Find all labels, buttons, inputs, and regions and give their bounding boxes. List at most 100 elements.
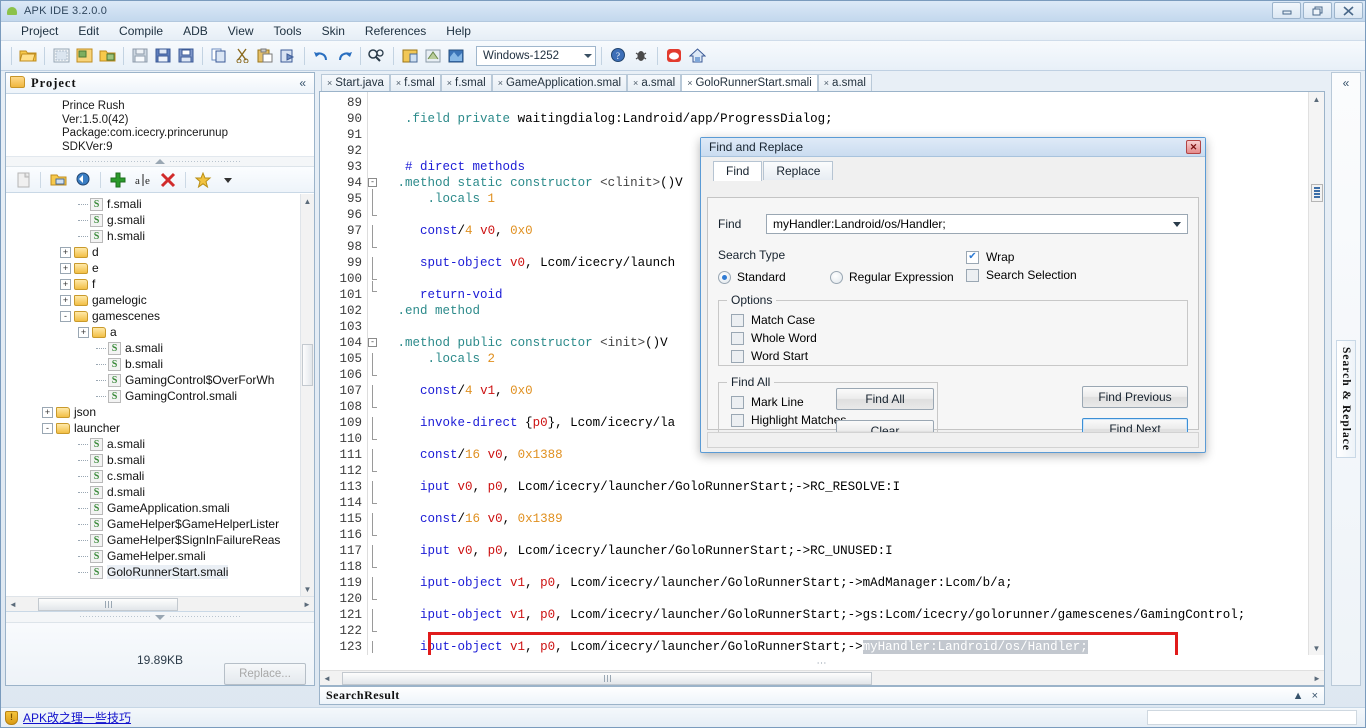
find-all-button[interactable]: Find All [836,388,934,410]
project-tree[interactable]: Sf.smali Sg.smali Sh.smali + d + e + f + gamelogic… [6,194,300,596]
collapse-up-icon[interactable] [155,159,165,164]
tab-close-icon[interactable]: × [633,78,638,88]
tree-hscroll-track[interactable] [20,597,300,611]
menu-help[interactable]: Help [436,23,481,39]
editor-scroll-left-icon[interactable]: ◄ [320,674,334,683]
status-link[interactable]: APK改之理一些技巧 [23,709,131,726]
tree-collapse-icon[interactable]: - [42,422,53,434]
editor-scroll-down-icon[interactable]: ▼ [1309,641,1324,655]
dropdown-icon[interactable] [217,169,239,191]
tab-close-icon[interactable]: × [396,78,401,88]
import-icon[interactable] [73,45,95,67]
scroll-down-arrow-icon[interactable]: ▼ [301,582,314,596]
menu-compile[interactable]: Compile [109,23,173,39]
checkbox-search-selection[interactable]: Search Selection [966,268,1188,282]
tab-close-icon[interactable]: × [327,78,332,88]
tab-close-icon[interactable]: × [498,78,503,88]
add-icon[interactable] [107,169,129,191]
tree-folder-node[interactable]: - gamescenes [6,308,300,324]
checkbox-whole-word[interactable]: Whole Word [731,331,1177,345]
tree-folder-node[interactable]: + d [6,244,300,260]
search-result-collapse-icon[interactable]: ▲ [1293,690,1304,702]
editor-hscroll-thumb[interactable] [342,671,872,685]
open-file-icon[interactable] [47,169,69,191]
tree-file-node[interactable]: S GamingControl.smali [6,388,300,404]
radio-regular-expression[interactable]: Regular Expression [830,270,954,284]
tree-file-node[interactable]: S GoloRunnerStart.smali [6,564,300,580]
editor-tab[interactable]: × f.smal [389,74,441,91]
editor-splitter-grip[interactable]: ⋯ [817,658,828,669]
tab-close-icon[interactable]: × [687,78,692,88]
menu-edit[interactable]: Edit [68,23,109,39]
panel-splitter[interactable] [6,156,314,167]
minimize-button[interactable] [1272,2,1301,19]
encoding-selector[interactable]: Windows-1252 [476,45,596,66]
editor-tab[interactable]: × Start.java [321,74,390,91]
tree-file-node[interactable]: Sf.smali [6,196,300,212]
editor-tab[interactable]: × a.smal [627,74,682,91]
tree-file-node[interactable]: S GameHelper.smali [6,548,300,564]
tree-folder-node[interactable]: + gamelogic [6,292,300,308]
install-icon[interactable] [445,45,467,67]
scroll-up-arrow-icon[interactable]: ▲ [301,194,314,208]
menu-tools[interactable]: Tools [264,23,312,39]
fold-collapse-icon[interactable]: - [368,338,377,347]
editor-hscroll-track[interactable] [334,671,1310,685]
tab-close-icon[interactable]: × [447,78,452,88]
tree-file-node[interactable]: S GameHelper$GameHelperLister [6,516,300,532]
tree-folder-node[interactable]: - launcher [6,420,300,436]
redo-icon[interactable] [333,45,355,67]
editor-vertical-scrollbar[interactable]: ▲ ▼ [1308,92,1324,655]
tab-find[interactable]: Find [713,161,763,181]
cut-icon[interactable] [231,45,253,67]
menu-view[interactable]: View [218,23,264,39]
replace-button[interactable]: Replace... [224,663,306,685]
right-dock-collapse-button[interactable]: « [1343,76,1350,90]
save-all-icon[interactable] [152,45,174,67]
dialog-close-button[interactable]: ✕ [1186,140,1201,154]
tree-scroll-thumb[interactable] [302,344,313,386]
tree-expand-icon[interactable]: + [60,262,71,274]
home-icon[interactable] [686,45,708,67]
checkbox-match-case[interactable]: Match Case [731,313,1177,327]
new-project-icon[interactable] [50,45,72,67]
editor-tab[interactable]: × GameApplication.smal [491,74,628,91]
tree-file-node[interactable]: Sb.smali [6,356,300,372]
tree-expand-icon[interactable]: + [60,294,71,306]
tree-expand-icon[interactable]: + [60,246,71,258]
delete-icon[interactable] [157,169,179,191]
find-input[interactable]: myHandler:Landroid/os/Handler; [766,214,1188,234]
tree-expand-icon[interactable]: + [60,278,71,290]
project-panel-collapse-button[interactable]: « [295,76,310,90]
editor-overview-marker[interactable] [1311,184,1323,202]
rename-icon[interactable]: ae [132,169,154,191]
editor-tab[interactable]: × GoloRunnerStart.smali [681,74,818,91]
tab-close-icon[interactable]: × [824,78,829,88]
expand-down-icon[interactable] [155,614,165,620]
tree-vertical-scrollbar[interactable]: ▲ ▼ [300,194,314,596]
find-icon[interactable] [366,45,388,67]
help-icon[interactable]: ? [607,45,629,67]
menu-references[interactable]: References [355,23,436,39]
find-previous-button[interactable]: Find Previous [1082,386,1188,408]
tree-file-node[interactable]: Sa.smali [6,340,300,356]
tree-horizontal-scrollbar[interactable]: ◄ ► [6,596,314,611]
restore-button[interactable] [1303,2,1332,19]
save-icon[interactable] [129,45,151,67]
tree-folder-node[interactable]: + f [6,276,300,292]
tree-expand-icon[interactable]: + [42,406,53,418]
copy-icon[interactable] [208,45,230,67]
close-button[interactable] [1334,2,1363,19]
fold-collapse-icon[interactable]: - [368,178,377,187]
tree-file-node[interactable]: S GamingControl$OverForWh [6,372,300,388]
sign-icon[interactable] [422,45,444,67]
tree-file-node[interactable]: S GameApplication.smali [6,500,300,516]
weibo-icon[interactable] [663,45,685,67]
search-result-close-icon[interactable]: × [1312,690,1318,702]
search-and-replace-tab[interactable]: Search & Replace [1336,340,1356,458]
editor-tab[interactable]: × a.smal [817,74,872,91]
menu-skin[interactable]: Skin [312,23,355,39]
dialog-title-bar[interactable]: Find and Replace ✕ [701,138,1205,157]
tree-file-node[interactable]: Sh.smali [6,228,300,244]
scroll-left-arrow-icon[interactable]: ◄ [6,600,20,609]
